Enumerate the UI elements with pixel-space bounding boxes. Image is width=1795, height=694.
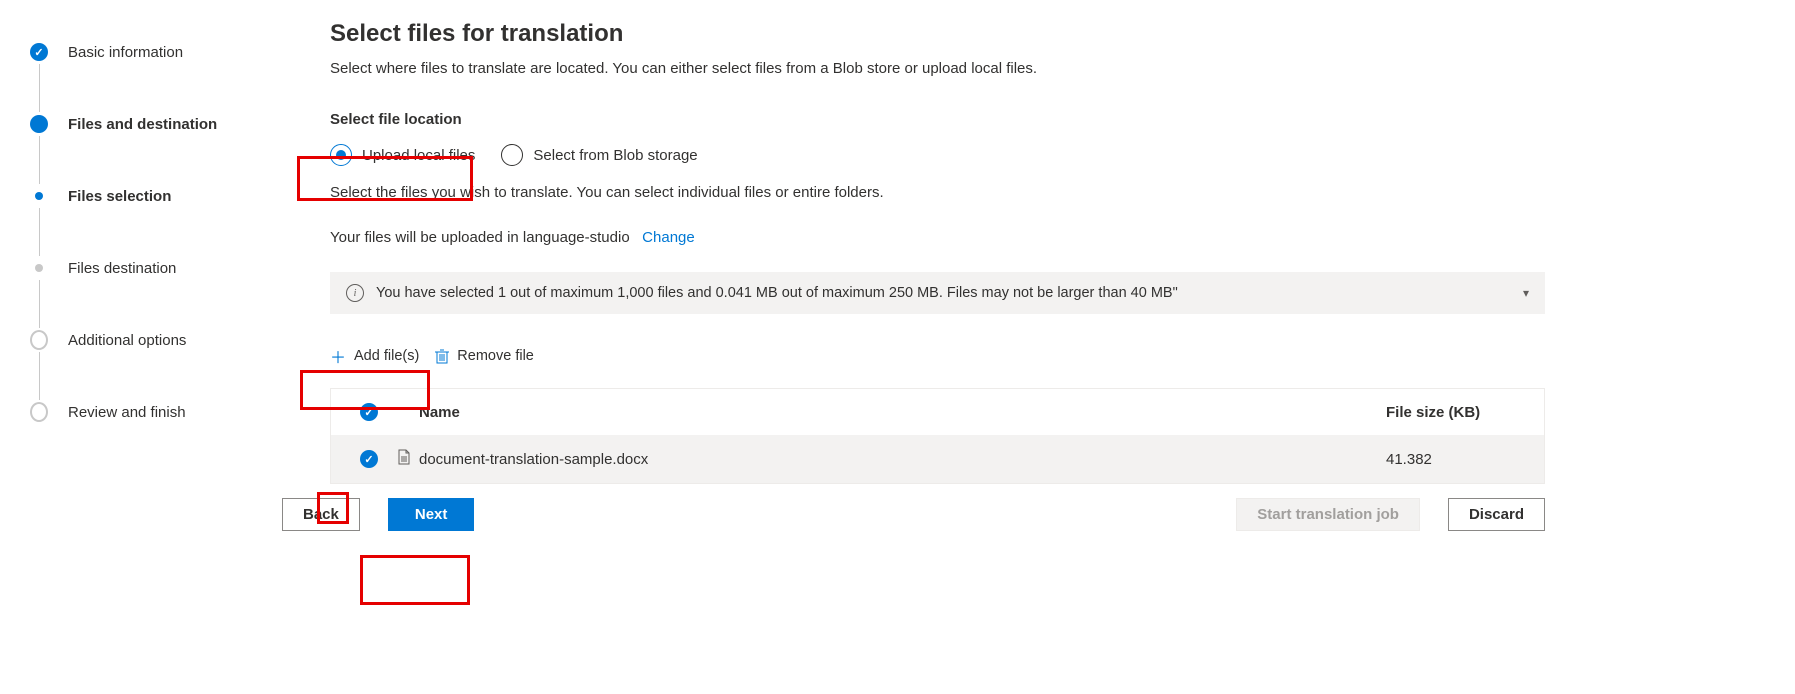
radio-unselected-icon [501,144,523,166]
step-review-and-finish[interactable]: Review and finish [30,400,300,424]
file-location-radios: Upload local files Select from Blob stor… [330,144,1545,166]
start-translation-button: Start translation job [1236,498,1420,531]
back-button[interactable]: Back [282,498,360,531]
upload-destination-line: Your files will be uploaded in language-… [330,229,1545,246]
table-row[interactable]: ✓ document-translation-sample.docx [331,435,1544,483]
files-table: ✓ Name File size (KB) ✓ [330,388,1545,484]
substep-icon [35,264,43,272]
file-name-cell: document-translation-sample.docx [419,451,1386,468]
current-step-icon [30,115,48,133]
row-checkbox[interactable]: ✓ [360,450,378,468]
radio-upload-local[interactable]: Upload local files [330,144,475,166]
substep-active-icon [35,192,43,200]
selection-info-bar[interactable]: i You have selected 1 out of maximum 1,0… [330,272,1545,314]
add-files-label: Add file(s) [354,348,419,364]
step-additional-options[interactable]: Additional options [30,328,300,352]
remove-file-button[interactable]: Remove file [435,348,534,364]
upload-destination-text: Your files will be uploaded in language-… [330,229,630,246]
info-icon: i [346,284,364,302]
step-label: Review and finish [68,404,186,421]
sub-description: Select the files you wish to translate. … [330,184,1545,201]
step-label: Files selection [68,188,171,205]
next-button[interactable]: Next [388,498,475,531]
radio-selected-icon [330,144,352,166]
step-connector [39,208,40,256]
step-connector [39,136,40,184]
step-files-and-destination[interactable]: Files and destination [30,112,300,136]
step-files-destination[interactable]: Files destination [30,256,300,280]
file-location-label: Select file location [330,111,1545,128]
table-header: ✓ Name File size (KB) [331,389,1544,435]
change-link[interactable]: Change [642,229,695,246]
wizard-steps: Basic information Files and destination … [0,20,300,531]
step-connector [39,280,40,328]
file-size-cell: 41.382 [1386,451,1526,468]
page-title: Select files for translation [330,20,1545,48]
radio-label: Select from Blob storage [533,147,697,164]
add-files-button[interactable]: ＋ Add file(s) [330,344,419,368]
radio-blob-storage[interactable]: Select from Blob storage [501,144,697,166]
chevron-down-icon: ▾ [1523,286,1529,300]
trash-icon [435,348,449,364]
step-connector [39,64,40,112]
col-size-header[interactable]: File size (KB) [1386,404,1526,421]
page-description: Select where files to translate are loca… [330,60,1545,77]
remove-file-label: Remove file [457,348,534,364]
check-icon [30,43,48,61]
select-all-checkbox[interactable]: ✓ [360,403,378,421]
step-label: Additional options [68,332,186,349]
discard-button[interactable]: Discard [1448,498,1545,531]
file-toolbar: ＋ Add file(s) Remove file [330,344,1545,368]
step-label: Files destination [68,260,176,277]
info-bar-text: You have selected 1 out of maximum 1,000… [376,285,1178,301]
future-step-icon [30,330,48,350]
plus-icon: ＋ [330,344,346,368]
step-connector [39,352,40,400]
highlight-box [360,555,470,605]
step-basic-information[interactable]: Basic information [30,40,300,64]
radio-label: Upload local files [362,147,475,164]
document-icon [397,449,411,469]
future-step-icon [30,402,48,422]
step-label: Files and destination [68,116,217,133]
step-files-selection[interactable]: Files selection [30,184,300,208]
wizard-bottom-bar: Back Next Start translation job Discard [282,498,1545,531]
step-label: Basic information [68,44,183,61]
col-name-header[interactable]: Name [419,404,1386,421]
main-panel: Select files for translation Select wher… [300,20,1795,531]
